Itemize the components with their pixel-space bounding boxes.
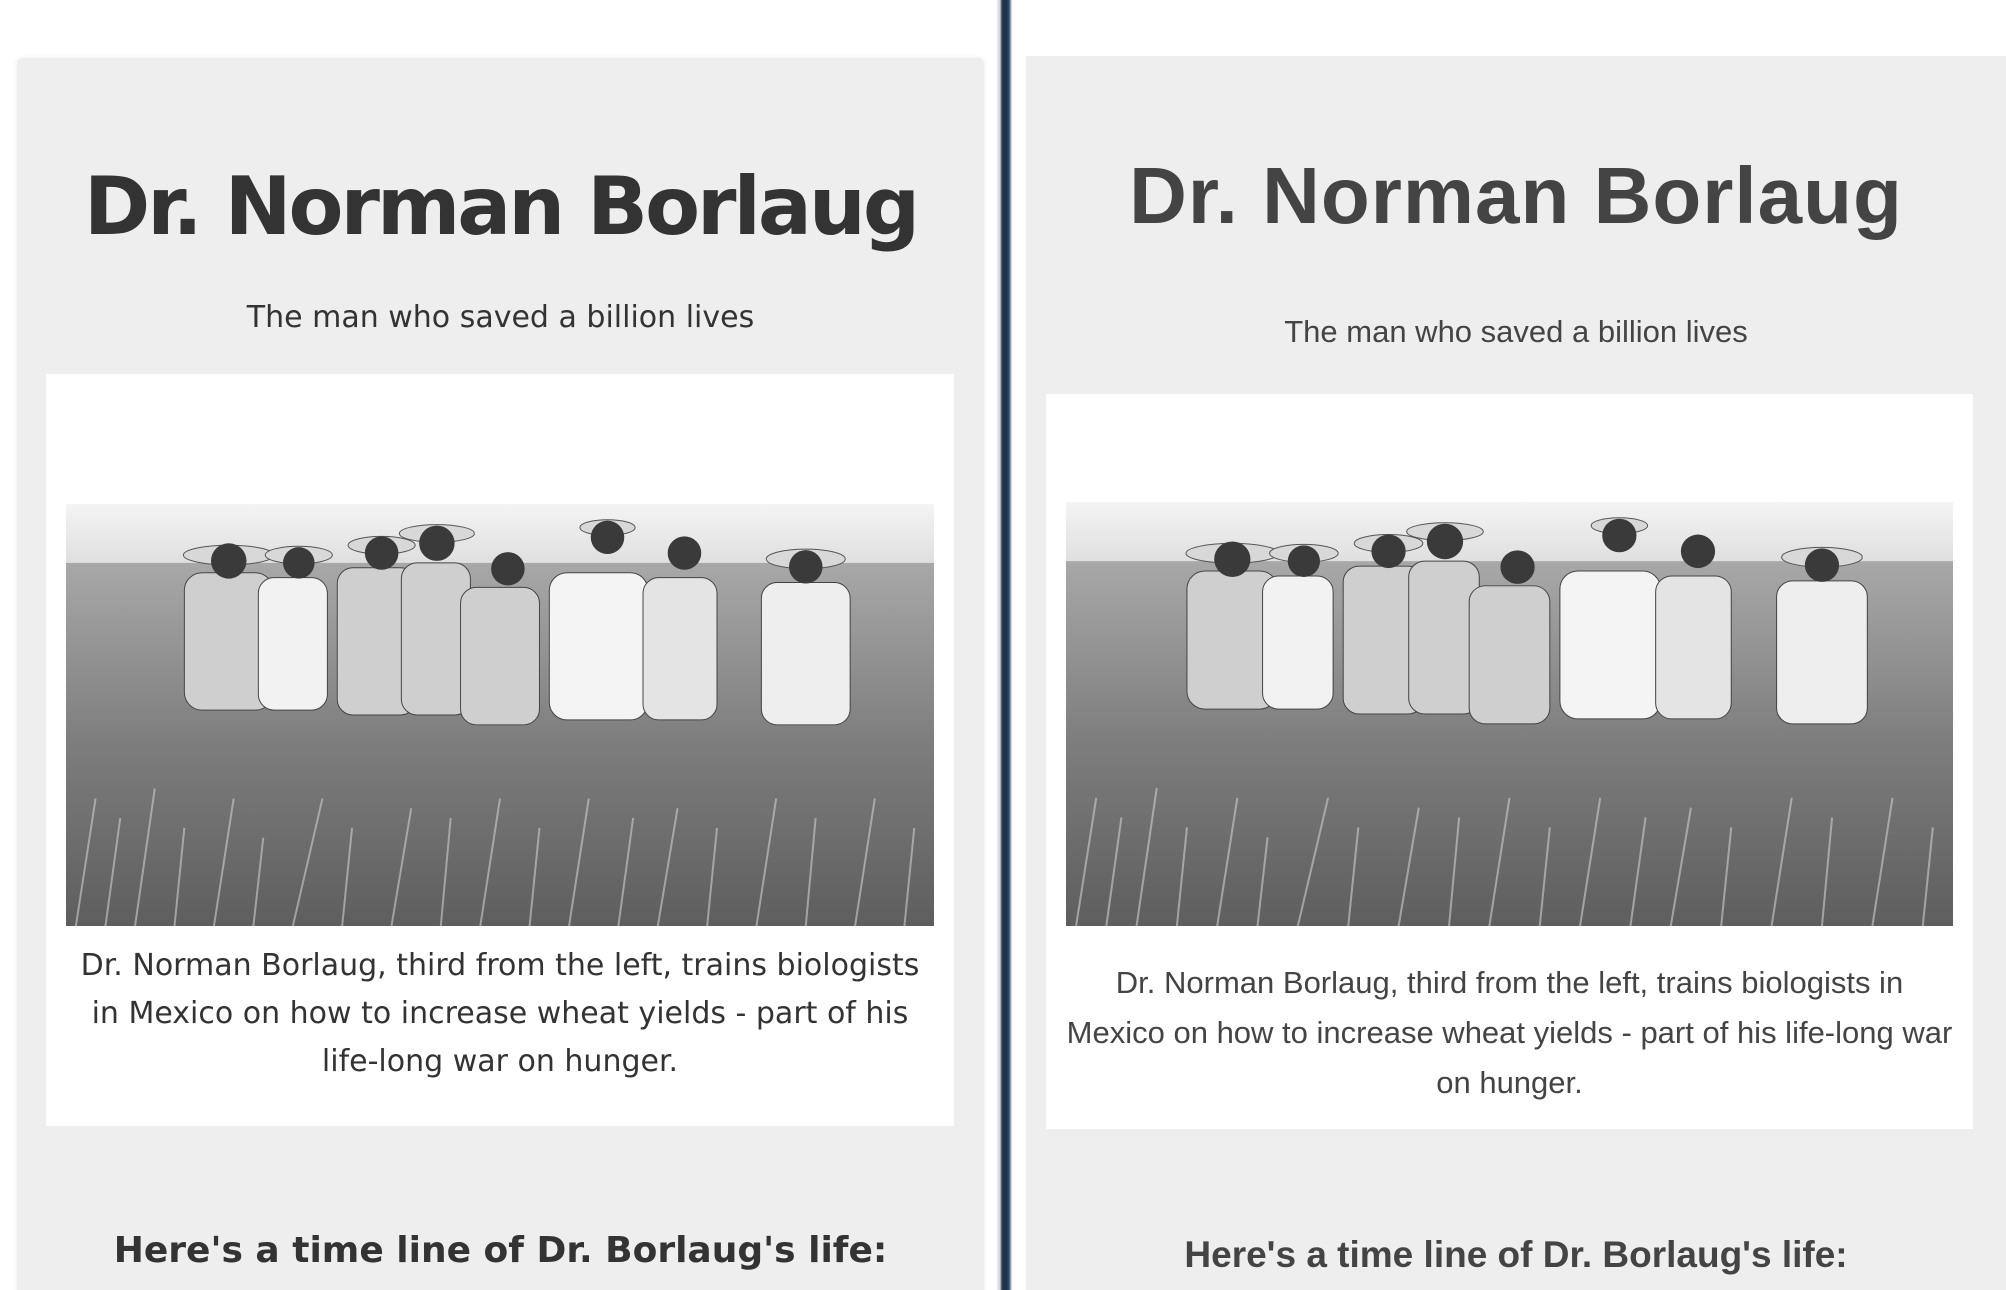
main-panel: Dr. Norman Borlaug The man who saved a b…: [1026, 56, 2006, 1290]
tribute-photo: [1066, 502, 1953, 926]
photo-caption: Dr. Norman Borlaug, third from the left,…: [80, 948, 920, 1079]
photo-image: [1066, 502, 1953, 926]
image-figure: Dr. Norman Borlaug, third from the left,…: [1046, 394, 1973, 1129]
main-panel: Dr. Norman Borlaug The man who saved a b…: [17, 58, 984, 1290]
timeline-heading: Here's a time line of Dr. Borlaug's life…: [113, 1230, 888, 1271]
screenshot-stage: Dr. Norman Borlaug The man who saved a b…: [0, 0, 2006, 1290]
page-subtitle: The man who saved a billion lives: [246, 300, 755, 335]
image-figure: Dr. Norman Borlaug, third from the left,…: [46, 374, 954, 1126]
right-window: Dr. Norman Borlaug The man who saved a b…: [1012, 0, 2006, 1290]
timeline-heading: Here's a time line of Dr. Borlaug's life…: [1184, 1234, 1848, 1275]
page-subtitle: The man who saved a billion lives: [1284, 314, 1748, 349]
window-divider[interactable]: [997, 0, 1012, 1290]
page-title: Dr. Norman Borlaug: [1129, 151, 1903, 240]
tribute-photo: [66, 504, 934, 926]
left-window: Dr. Norman Borlaug The man who saved a b…: [0, 0, 997, 1290]
photo-caption: Dr. Norman Borlaug, third from the left,…: [1066, 965, 1953, 1100]
photo-image: [66, 504, 934, 926]
page-title: Dr. Norman Borlaug: [83, 160, 920, 253]
